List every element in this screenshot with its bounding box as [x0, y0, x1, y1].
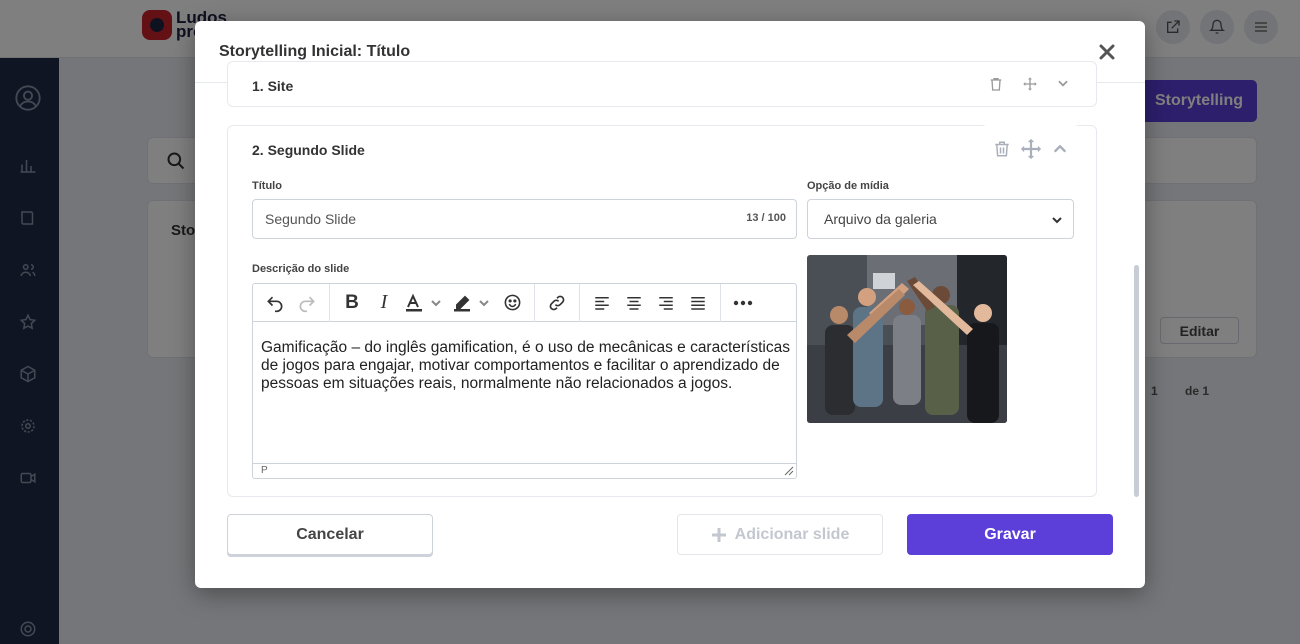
storytelling-modal: Storytelling Inicial: Título 1. Site 2. …	[195, 21, 1145, 588]
resize-handle-icon[interactable]	[784, 466, 794, 476]
toolbar-history-group	[253, 283, 330, 322]
media-option-label: Opção de mídia	[807, 180, 889, 192]
slide-card-1: 1. Site	[227, 61, 1097, 107]
text-color-icon[interactable]	[402, 289, 446, 317]
slide-2-title: 2. Segundo Slide	[252, 142, 365, 158]
editor-statusbar: P	[253, 463, 796, 478]
element-path: P	[261, 465, 268, 476]
move-icon[interactable]	[1022, 76, 1038, 92]
rich-text-editor[interactable]: B I Gamificação – do inglês gamification…	[252, 283, 797, 479]
save-button[interactable]: Gravar	[907, 514, 1113, 555]
slide-title-input[interactable]: Segundo Slide 13 / 100	[252, 199, 797, 239]
highlight-color-icon[interactable]	[450, 289, 494, 317]
plus-icon	[711, 527, 726, 542]
undo-icon[interactable]	[261, 289, 289, 317]
editor-content[interactable]: Gamificação – do inglês gamification, é …	[261, 339, 791, 393]
add-slide-button[interactable]: Adicionar slide	[677, 514, 883, 555]
slide-title-value: Segundo Slide	[265, 211, 357, 227]
toolbar-link-group	[535, 283, 580, 322]
emoji-icon[interactable]	[498, 289, 526, 317]
description-label: Descrição do slide	[252, 263, 350, 275]
media-option-select[interactable]: Arquivo da galeria	[807, 199, 1074, 239]
trash-icon[interactable]	[988, 76, 1004, 92]
slide-2-actions	[977, 125, 1084, 172]
bold-icon[interactable]: B	[338, 289, 366, 317]
chevron-down-icon[interactable]	[1056, 76, 1070, 90]
toolbar-more-group	[721, 284, 765, 322]
more-icon[interactable]	[729, 289, 757, 317]
add-slide-label: Adicionar slide	[734, 525, 850, 543]
align-left-icon[interactable]	[588, 289, 616, 317]
modal-scrollbar[interactable]	[1134, 265, 1139, 497]
chevron-down-icon	[1052, 217, 1062, 224]
media-option-value: Arquivo da galeria	[824, 211, 937, 227]
align-right-icon[interactable]	[652, 289, 680, 317]
title-char-counter: 13 / 100	[746, 212, 786, 224]
trash-icon[interactable]	[990, 137, 1014, 161]
toolbar-format-group: B I	[330, 283, 535, 322]
media-preview-image	[807, 255, 1007, 423]
toolbar-align-group	[580, 283, 721, 322]
modal-title: Storytelling Inicial: Título	[219, 42, 411, 60]
italic-icon[interactable]: I	[370, 289, 398, 317]
align-justify-icon[interactable]	[684, 289, 712, 317]
slide-1-title: 1. Site	[252, 78, 294, 94]
align-center-icon[interactable]	[620, 289, 648, 317]
slide-card-2: 2. Segundo Slide Título Segundo Slide 13…	[227, 125, 1097, 497]
chevron-up-icon[interactable]	[1048, 137, 1072, 161]
cancel-button[interactable]: Cancelar	[227, 514, 433, 555]
redo-icon[interactable]	[293, 289, 321, 317]
title-field-label: Título	[252, 180, 282, 192]
link-icon[interactable]	[543, 289, 571, 317]
slide-1-actions	[988, 76, 1070, 92]
editor-toolbar: B I	[253, 283, 796, 322]
close-icon[interactable]	[1095, 40, 1119, 64]
move-icon[interactable]	[1019, 137, 1043, 161]
